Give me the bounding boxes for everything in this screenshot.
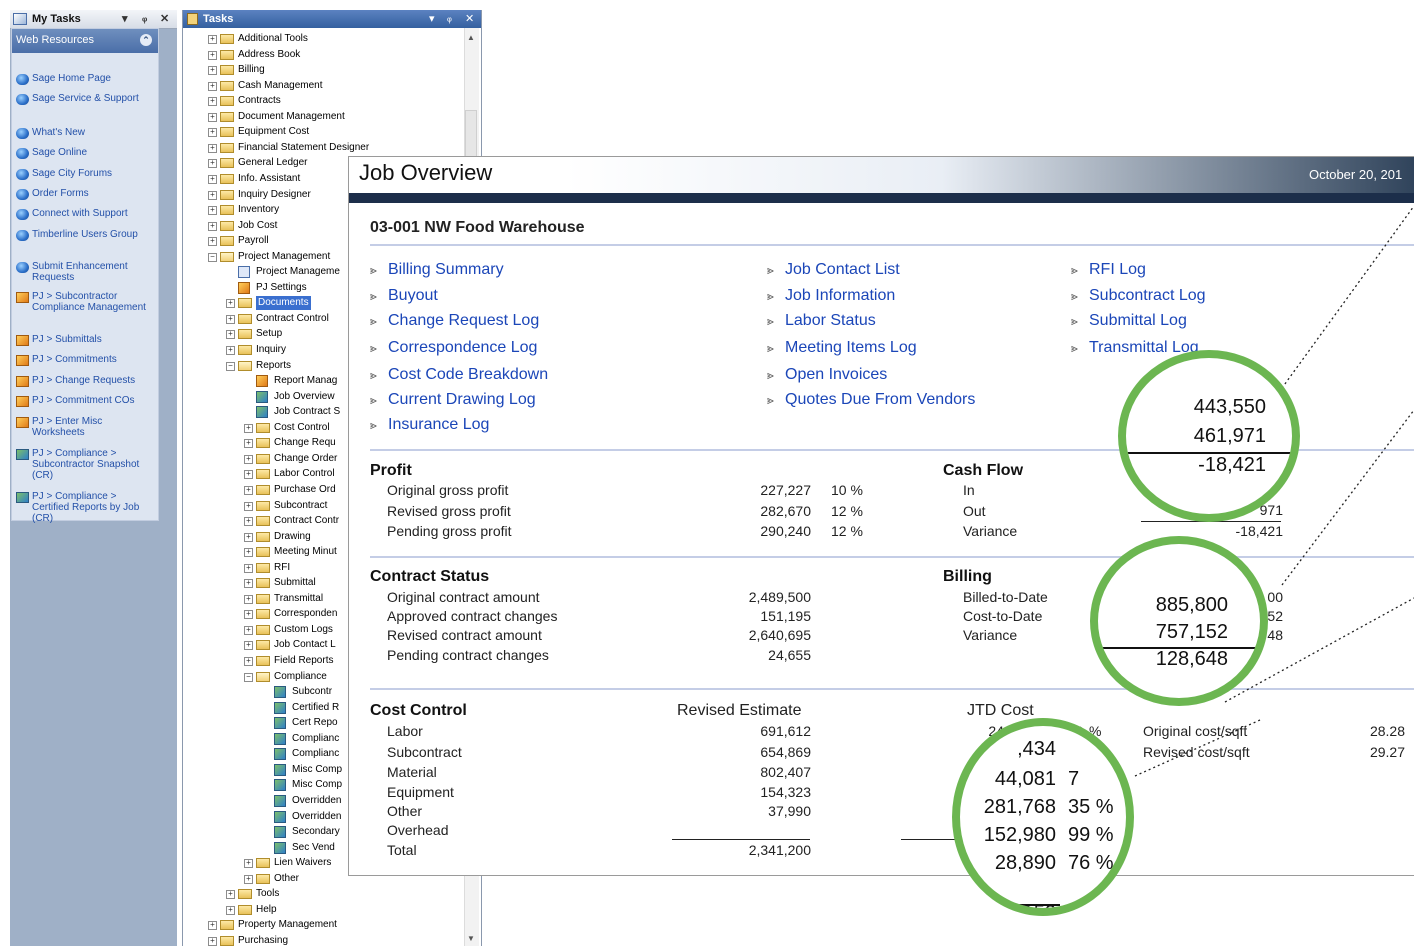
zoom-cash-variance: -18,421 <box>1198 454 1266 476</box>
zoom-billing-variance: 128,648 <box>1155 648 1228 670</box>
zoom-cost-value: 281,768 <box>983 796 1056 818</box>
zoom-circle-billing: 885,800 757,152 128,648 <box>1090 536 1268 706</box>
zoom-cost-value: 152,980 <box>983 824 1056 846</box>
zoom-cash-in: 443,550 <box>1193 396 1266 418</box>
zoom-cost-top-partial: ,434 <box>1017 738 1056 760</box>
zoom-cost-value: 28,890 <box>994 852 1056 874</box>
zoom-cost-pct: 99 % <box>1068 824 1114 846</box>
zoom-billed-to-date: 885,800 <box>1155 594 1228 616</box>
zoom-cost-pct: 7 <box>1068 768 1080 790</box>
zoom-cash-out: 461,971 <box>1193 425 1266 447</box>
zoom-cost-to-date: 757,152 <box>1155 621 1228 643</box>
zoom-circle-cash-flow: 443,550 461,971 -18,421 <box>1118 350 1300 522</box>
zoom-circle-cost-control: ,434 44,081 7 281,768 35 % 152,980 99 % 28,890… <box>952 718 1134 916</box>
zoom-cost-value: 44,081 <box>994 768 1056 790</box>
zoom-cost-pct: 35 % <box>1068 796 1114 818</box>
zoom-cost-pct: 76 % <box>1068 852 1114 874</box>
